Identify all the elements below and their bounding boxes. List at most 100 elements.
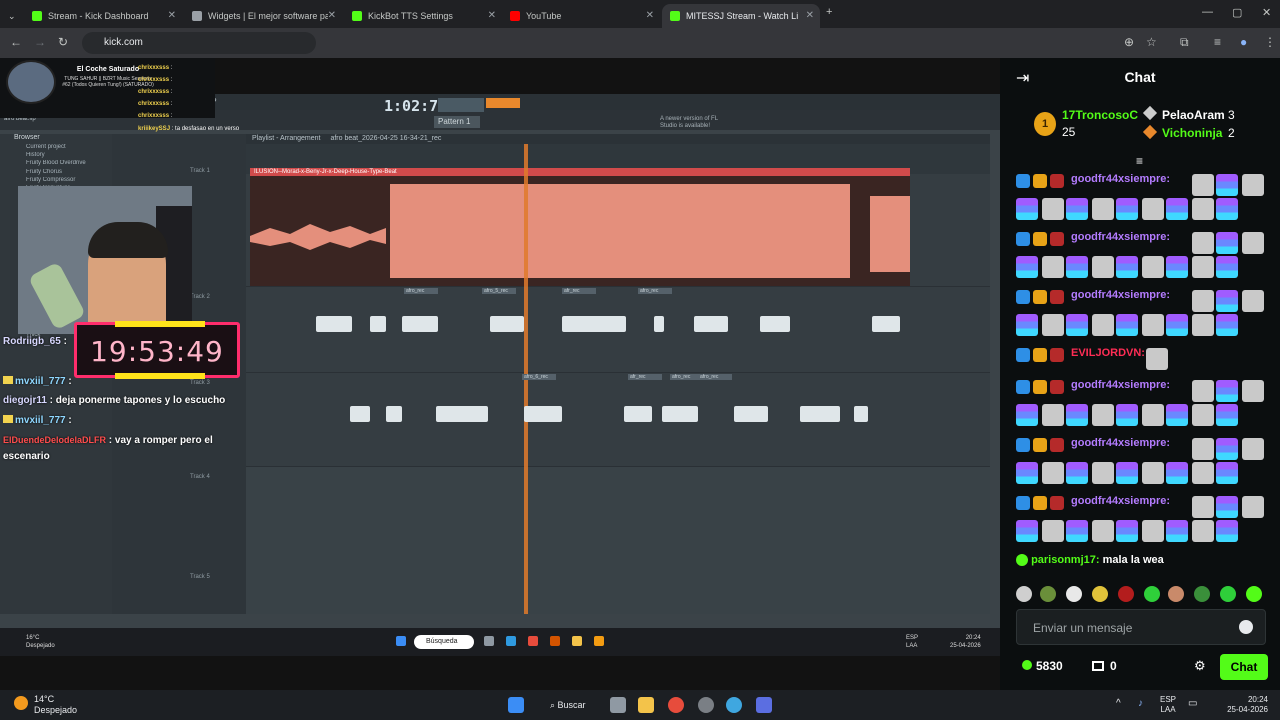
emote-icon[interactable] (1016, 404, 1038, 426)
audio-clip[interactable] (734, 406, 768, 422)
minimize-icon[interactable]: — (1202, 6, 1213, 18)
file-explorer-icon[interactable] (638, 697, 654, 713)
tab-kick-dashboard[interactable]: Stream - Kick Dashboard ✕ (24, 4, 182, 28)
taskbar-search[interactable]: ⌕ Buscar (538, 695, 602, 715)
emote-icon[interactable] (1192, 438, 1214, 460)
update-notice[interactable]: A newer version of FL Studio is availabl… (660, 116, 724, 130)
emote-icon[interactable] (1066, 314, 1088, 336)
track-label[interactable]: Track 1 (190, 168, 240, 174)
audio-waveform[interactable] (250, 176, 910, 286)
emote-icon[interactable] (1092, 314, 1114, 336)
close-tab-icon[interactable]: ✕ (168, 10, 176, 21)
emote-icon[interactable] (1116, 256, 1138, 278)
audio-clip[interactable] (386, 406, 402, 422)
clip-tag[interactable]: afr_rec (562, 288, 596, 294)
network-icon[interactable]: ▭ (1188, 698, 1197, 709)
emote-icon[interactable] (1194, 586, 1210, 602)
audio-clip[interactable] (654, 316, 664, 332)
emote-icon[interactable] (1092, 462, 1114, 484)
clip-tag[interactable]: afro_rec (698, 374, 732, 380)
emote-icon[interactable] (1192, 198, 1214, 220)
task-view-icon[interactable] (610, 697, 626, 713)
app-icon[interactable] (756, 697, 772, 713)
chat-username[interactable]: goodfr44xsiempre: (1071, 495, 1170, 507)
chat-settings-icon[interactable]: ⚙ (1194, 658, 1206, 674)
emote-icon[interactable] (1144, 586, 1160, 602)
audio-clip[interactable] (370, 316, 386, 332)
emote-icon[interactable] (1216, 198, 1238, 220)
emote-icon[interactable] (1166, 314, 1188, 336)
track-row-empty[interactable] (246, 466, 990, 614)
audio-clip[interactable] (760, 316, 790, 332)
emote-icon[interactable] (1142, 198, 1164, 220)
stream-video[interactable]: FILE EDIT ADD PATTERNS VIEW OPTIONS TOOL… (0, 58, 1000, 690)
tray-overflow-icon[interactable]: ^ (1116, 698, 1121, 709)
emote-icon[interactable] (1166, 462, 1188, 484)
emote-icon[interactable] (1016, 520, 1038, 542)
bookmark-star-icon[interactable]: ☆ (1146, 35, 1157, 49)
emote-icon[interactable] (1042, 404, 1064, 426)
emote-icon[interactable] (1192, 496, 1214, 518)
zoom-icon[interactable]: ⊕ (1124, 35, 1134, 49)
emote-icon[interactable] (1116, 462, 1138, 484)
clip-tag[interactable]: afro_rec (404, 288, 438, 294)
track-label[interactable]: Track 4 (190, 474, 240, 480)
audio-clip[interactable] (694, 316, 728, 332)
close-tab-icon[interactable]: ✕ (488, 10, 496, 21)
browser-item[interactable]: Fruity Blood Overdrive (0, 160, 112, 168)
audio-clip[interactable] (872, 316, 900, 332)
playlist-arrangement[interactable]: ILUSION--Morad-x-Beny-Jr-x-Deep-House-Ty… (190, 144, 990, 614)
emote-icon[interactable] (1042, 314, 1064, 336)
track-label[interactable]: Track 2 (190, 294, 240, 300)
media-controls-icon[interactable]: ≡ (1214, 35, 1221, 49)
emote-icon[interactable] (1166, 404, 1188, 426)
emote-icon[interactable] (1040, 586, 1056, 602)
emote-icon[interactable] (1216, 174, 1238, 196)
emote-icon[interactable] (1042, 256, 1064, 278)
emoji-picker-icon[interactable] (1239, 620, 1253, 634)
emote-icon[interactable] (1242, 438, 1264, 460)
audio-clip[interactable] (490, 316, 524, 332)
browser-item[interactable]: Current project (0, 144, 112, 152)
system-clock[interactable]: 20:24 25-04-2026 (1220, 695, 1268, 715)
top-gifter-name[interactable]: Vichoninja (1162, 126, 1222, 140)
reload-icon[interactable]: ↻ (58, 35, 68, 49)
top-gifter-name[interactable]: 17TroncosoC (1062, 108, 1138, 122)
emote-icon[interactable] (1216, 232, 1238, 254)
emote-icon[interactable] (1192, 174, 1214, 196)
audio-clip[interactable] (524, 406, 562, 422)
emote-icon[interactable] (1142, 404, 1164, 426)
forward-icon[interactable]: → (34, 35, 46, 49)
pattern-selector[interactable]: Pattern 1 (434, 116, 480, 128)
close-tab-icon[interactable]: ✕ (806, 10, 814, 21)
clip-tag[interactable]: afr_rec (628, 374, 662, 380)
emote-icon[interactable] (1220, 586, 1236, 602)
channel-points[interactable]: 5830 (1022, 659, 1063, 673)
emote-icon[interactable] (1016, 256, 1038, 278)
start-button[interactable] (508, 697, 524, 713)
emote-icon[interactable] (1016, 586, 1032, 602)
emote-icon[interactable] (1118, 586, 1134, 602)
chat-username[interactable]: goodfr44xsiempre: (1071, 437, 1170, 449)
audio-clip[interactable] (436, 406, 488, 422)
emote-icon[interactable] (1168, 586, 1184, 602)
clip-tag[interactable]: afro_rec (638, 288, 672, 294)
audio-clip[interactable] (624, 406, 652, 422)
tab-youtube[interactable]: YouTube ✕ (502, 4, 660, 28)
chat-username[interactable]: parisonmj17: (1031, 554, 1099, 566)
emote-icon[interactable] (1242, 232, 1264, 254)
address-bar[interactable]: kick.com (82, 32, 316, 54)
emote-icon[interactable] (1242, 496, 1264, 518)
emote-icon[interactable] (1246, 586, 1262, 602)
emote-icon[interactable] (1216, 290, 1238, 312)
emote-icon[interactable] (1192, 520, 1214, 542)
store-count[interactable]: 0 (1092, 659, 1117, 673)
emote-icon[interactable] (1192, 462, 1214, 484)
chat-filter-icon[interactable]: ≡ (1136, 154, 1143, 168)
emote-icon[interactable] (1192, 256, 1214, 278)
emote-icon[interactable] (1066, 198, 1088, 220)
browser-item[interactable]: Fruity Chorus (0, 169, 112, 177)
emote-icon[interactable] (1166, 520, 1188, 542)
menu-kebab-icon[interactable]: ⋮ (1264, 35, 1276, 49)
emote-icon[interactable] (1192, 314, 1214, 336)
